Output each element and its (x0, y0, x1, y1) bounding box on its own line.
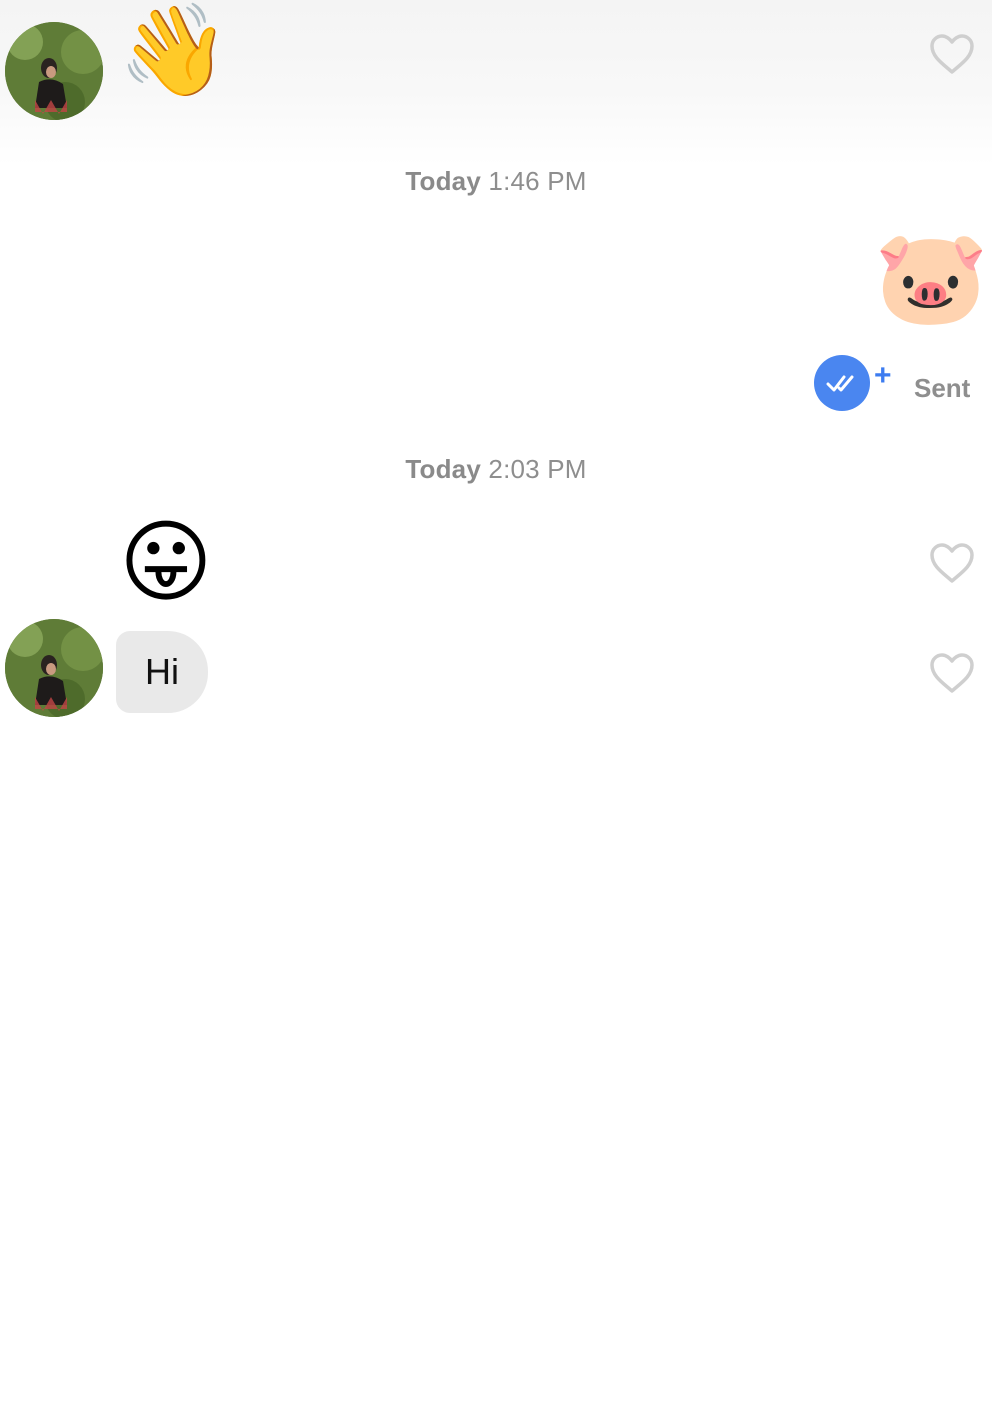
timestamp-time: 1:46 PM (488, 166, 587, 196)
chat-thread: 👋 Today 1:46 PM 🐷 + Sent Today 2:03 PM 😛 (0, 0, 992, 1403)
avatar-photo (5, 619, 103, 717)
timestamp-day: Today (405, 454, 481, 484)
timestamp-time: 2:03 PM (488, 454, 587, 484)
plus-icon[interactable]: + (874, 361, 892, 391)
message-text: Hi (145, 651, 179, 692)
heart-outline-icon[interactable] (929, 542, 975, 584)
timestamp-day: Today (405, 166, 481, 196)
timestamp: Today 2:03 PM (0, 454, 992, 485)
seen-status-button[interactable] (814, 355, 870, 411)
avatar[interactable] (5, 22, 103, 120)
message-emoji-wave[interactable]: 👋 (118, 6, 230, 96)
timestamp: Today 1:46 PM (0, 166, 992, 197)
message-emoji-tongue[interactable]: 😛 (119, 518, 213, 608)
message-emoji-pig[interactable]: 🐷 (874, 232, 989, 324)
avatar-photo (5, 22, 103, 120)
message-bubble[interactable]: Hi (116, 631, 208, 713)
double-check-icon (826, 375, 854, 392)
heart-outline-icon[interactable] (929, 652, 975, 694)
message-status: Sent (914, 373, 971, 403)
avatar[interactable] (5, 619, 103, 717)
heart-outline-icon[interactable] (929, 33, 975, 75)
